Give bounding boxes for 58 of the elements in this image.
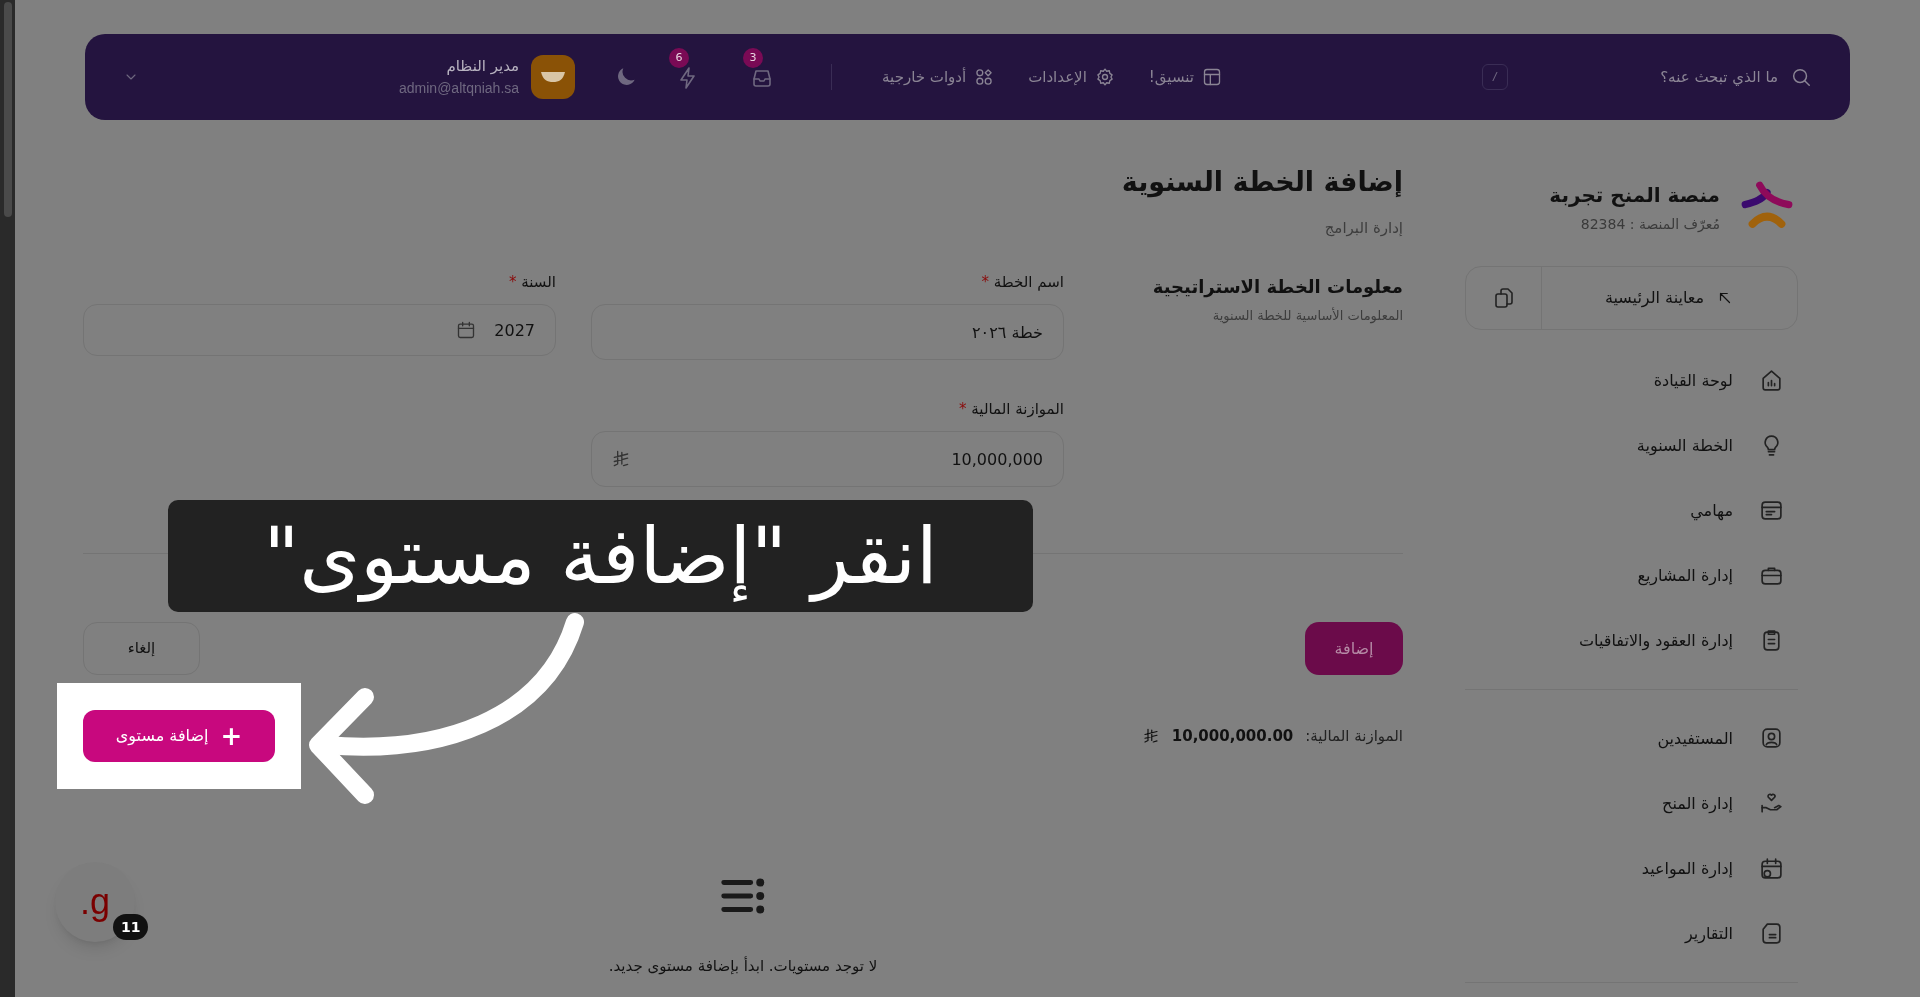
user-email: admin@altqniah.sa bbox=[399, 78, 520, 98]
empty-state-text: لا توجد مستويات. ابدأ بإضافة مستوى جديد. bbox=[608, 955, 878, 977]
report-icon bbox=[1759, 921, 1784, 946]
section-title: معلومات الخطة الاستراتيجية bbox=[1151, 275, 1403, 300]
budget-value: 10,000,000.00 bbox=[1171, 725, 1294, 747]
calendar-icon bbox=[456, 320, 476, 340]
count-badge: 11 bbox=[113, 914, 149, 940]
input-field[interactable]: 2027 bbox=[83, 304, 556, 356]
submit-button[interactable]: إضافة bbox=[1305, 622, 1403, 675]
budget-label: الموازنة المالية: bbox=[1305, 725, 1403, 747]
field-label: اسم الخطة * bbox=[980, 272, 1064, 293]
plus-icon: + bbox=[220, 723, 243, 749]
sidebar-item[interactable]: إدارة المنح bbox=[1465, 771, 1798, 836]
add-level-button[interactable]: + إضافة مستوى bbox=[83, 710, 275, 762]
dashboard-icon bbox=[1759, 368, 1784, 393]
input-field[interactable]: 10,000,000 bbox=[591, 431, 1064, 487]
scrollbar[interactable] bbox=[0, 0, 15, 997]
section-description: المعلومات الأساسية للخطة السنوية bbox=[1211, 306, 1403, 326]
sidebar-item[interactable]: الخطة السنوية bbox=[1465, 413, 1798, 478]
sidebar-item[interactable]: المستفيدين bbox=[1465, 706, 1798, 771]
layout-icon bbox=[1202, 67, 1222, 87]
notification-button[interactable]: 6 bbox=[669, 48, 708, 92]
smile-icon bbox=[541, 72, 566, 82]
shortcut-key: / bbox=[1482, 64, 1508, 90]
currency-icon bbox=[1141, 727, 1160, 745]
cancel-button[interactable]: إلغاء bbox=[83, 622, 200, 675]
sidebar-item[interactable]: التقارير bbox=[1465, 901, 1798, 966]
input-field[interactable]: خطة ٢٠٢٦ bbox=[591, 304, 1064, 360]
user-icon bbox=[1759, 726, 1784, 751]
nav-link[interactable]: تنسيق! bbox=[1148, 65, 1222, 89]
nav-link[interactable]: الإعدادات bbox=[1028, 65, 1115, 89]
assistant-letter: g. bbox=[80, 880, 111, 924]
field-label: السنة * bbox=[508, 272, 556, 293]
brand-title: منصة المنح تجربة bbox=[1549, 181, 1720, 209]
settings-icon bbox=[1094, 67, 1115, 87]
breadcrumb: إدارة البرامج bbox=[1323, 217, 1403, 239]
sidebar-item[interactable]: إدارة المواعيد bbox=[1465, 836, 1798, 901]
sidebar-item[interactable]: لوحة القيادة bbox=[1465, 348, 1798, 413]
search-icon bbox=[1790, 66, 1812, 88]
hand-heart-icon bbox=[1759, 791, 1784, 816]
notification-button[interactable]: 3 bbox=[743, 48, 782, 92]
currency-icon bbox=[611, 449, 631, 469]
user-name: مدير النظام bbox=[445, 56, 520, 78]
sidebar-item[interactable]: إدارة المشاريع bbox=[1465, 543, 1798, 608]
platform-id: مُعرّف المنصة : 82384 bbox=[1579, 214, 1720, 234]
page-title: إضافة الخطة السنوية bbox=[1120, 165, 1403, 200]
count-badge: 3 bbox=[743, 48, 764, 68]
count-badge: 6 bbox=[669, 48, 690, 68]
field-label: الموازنة المالية * bbox=[958, 399, 1064, 420]
apps-icon bbox=[974, 67, 995, 87]
search-field[interactable]: ما الذي تبحث عنه؟ bbox=[1598, 65, 1778, 89]
tasks-icon bbox=[1759, 498, 1784, 523]
calendar-icon bbox=[1759, 856, 1784, 881]
tutorial-caption: انقر "إضافة مستوى" bbox=[168, 500, 1033, 612]
nav-link[interactable]: أدوات خارجية bbox=[882, 65, 995, 89]
user-avatar[interactable] bbox=[531, 55, 576, 99]
sidebar-item[interactable]: مهامي bbox=[1465, 478, 1798, 543]
sidebar-item[interactable]: إدارة العقود والاتفاقيات bbox=[1465, 608, 1798, 673]
